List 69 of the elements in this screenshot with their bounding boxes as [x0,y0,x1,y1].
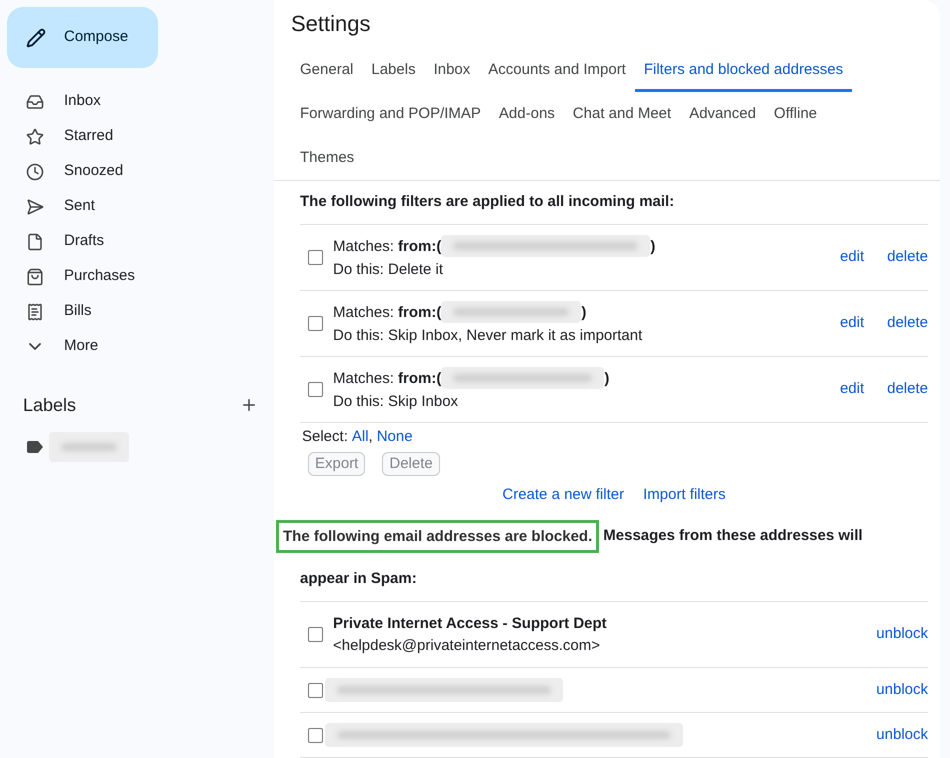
checkbox[interactable] [308,316,323,331]
sidebar-item[interactable]: More [0,329,256,364]
filter-action: Do this: Delete it [333,260,444,280]
blocked-sender-email: <helpdesk@privateinternetaccess.com> [333,636,602,656]
edit-link[interactable]: edit [840,312,864,335]
filters-heading: The following filters are applied to all incoming mail: [300,192,674,212]
edit-link[interactable]: edit [840,246,864,269]
sidebar-item[interactable]: Bills [0,294,256,329]
settings-tab[interactable]: Forwarding and POP/IMAP [291,92,490,136]
star-icon [26,128,44,146]
send-icon [26,198,44,216]
sidebar-item[interactable]: Drafts [0,224,256,259]
labels-heading: Labels [23,394,76,416]
match-close: ) [650,236,656,256]
match-label: Matches: from:( [333,302,442,322]
settings-tab[interactable]: Filters and blocked addresses [634,48,852,92]
edit-link[interactable]: edit [840,378,864,401]
sidebar-item[interactable]: Snoozed [0,154,256,189]
sidebar-item[interactable]: Sent [0,189,256,224]
settings-tab[interactable]: General [291,48,362,92]
plus-icon [240,396,258,414]
settings-tab[interactable]: Add-ons [490,92,564,136]
match-close: ) [604,368,610,388]
select-label: Select: [302,427,348,448]
highlighted-sentence: The following email addresses are blocked. [276,520,600,553]
checkbox[interactable] [308,682,323,698]
settings-tab[interactable]: Offline [764,92,826,136]
receipt-icon [26,302,44,320]
match-label: Matches: from:( [333,236,442,256]
checkbox[interactable] [308,250,323,265]
settings-tab[interactable]: Advanced [680,92,765,136]
compose-button[interactable]: Compose [7,7,158,68]
settings-tab[interactable]: Labels [362,48,425,92]
select-all-link[interactable]: All [352,426,369,449]
filter-action: Do this: Skip Inbox, Never mark it as important [333,326,644,346]
checkbox[interactable] [308,627,323,642]
blocked-notice-text: appear in Spam: [300,569,417,590]
delete-link[interactable]: delete [887,246,928,269]
inbox-tray-icon [26,92,44,110]
delete-link[interactable]: delete [887,312,928,335]
delete-link[interactable]: delete [887,378,928,401]
shopping-bag-icon [26,268,44,286]
label-tag-icon [27,441,43,453]
checkbox[interactable] [308,382,323,397]
unblock-link[interactable]: unblock [876,623,928,646]
select-none-link[interactable]: None [376,426,413,449]
match-close: ) [581,302,586,322]
blocked-notice-text: Messages from these addresses will [603,526,863,546]
filter-action: Do this: Skip Inbox [333,392,460,412]
sidebar-item[interactable]: Starred [0,119,256,154]
settings-tab[interactable]: Chat and Meet [564,92,680,136]
settings-tab[interactable]: Accounts and Import [479,48,635,92]
settings-tab[interactable]: Themes [291,136,364,180]
filter-link[interactable]: Import filters [643,484,726,506]
unblock-link[interactable]: unblock [876,678,928,702]
blocked-sender-name: Private Internet Access - Support Dept [333,614,608,634]
unblock-link[interactable]: unblock [876,724,928,746]
checkbox[interactable] [308,728,323,742]
settings-tab[interactable]: Inbox [424,48,480,92]
filter-link[interactable]: Create a new filter [502,484,624,506]
sidebar-item[interactable]: Purchases [0,259,256,294]
document-icon [26,232,44,250]
chevron-down-icon [29,343,41,350]
pencil-icon [26,28,46,48]
sidebar-item[interactable]: Inbox [0,84,256,119]
page-title: Settings [291,10,370,38]
clock-icon [26,162,44,180]
separator: , [368,427,373,448]
match-label: Matches: from:( [333,368,442,388]
